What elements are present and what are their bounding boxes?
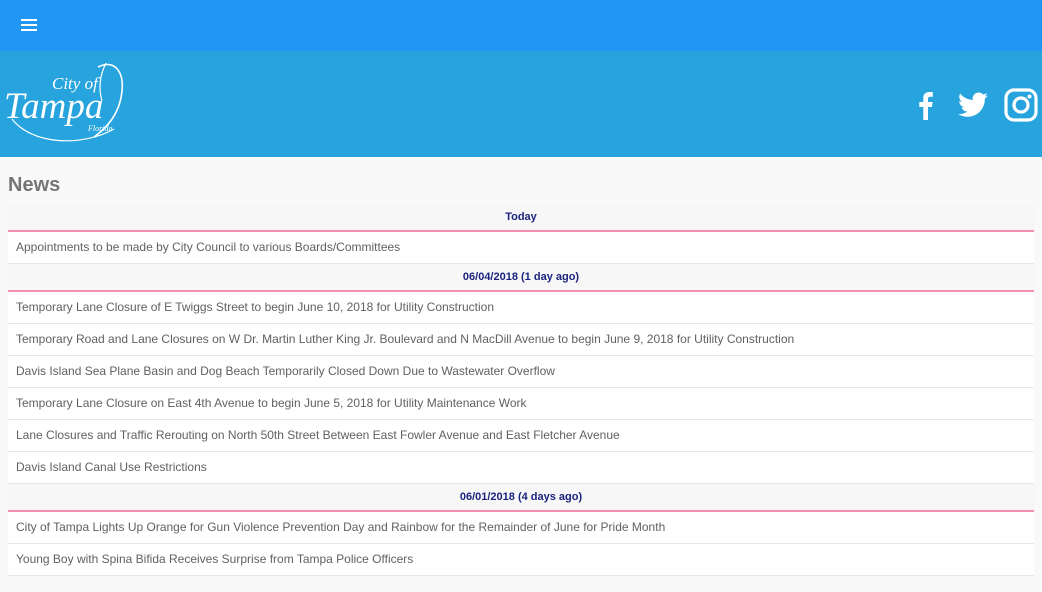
page-title: News bbox=[8, 174, 61, 196]
news-item[interactable]: Temporary Road and Lane Closures on W Dr… bbox=[8, 324, 1034, 356]
facebook-icon bbox=[919, 92, 933, 120]
hamburger-menu-icon bbox=[21, 19, 37, 31]
news-item[interactable]: Temporary Lane Closure of E Twiggs Stree… bbox=[8, 292, 1034, 324]
news-item[interactable]: Lane Closures and Traffic Rerouting on N… bbox=[8, 420, 1034, 452]
news-item[interactable]: Temporary Lane Closure on East 4th Avenu… bbox=[8, 388, 1034, 420]
city-banner: City of Tampa Florida bbox=[0, 51, 1042, 157]
news-item[interactable]: Young Boy with Spina Bifida Receives Sur… bbox=[8, 544, 1034, 576]
news-item[interactable]: Davis Island Sea Plane Basin and Dog Bea… bbox=[8, 356, 1034, 388]
city-of-tampa-logo[interactable]: City of Tampa Florida bbox=[2, 61, 132, 147]
news-item[interactable]: City of Tampa Lights Up Orange for Gun V… bbox=[8, 512, 1034, 544]
app-bar bbox=[0, 0, 1042, 51]
news-list: Today Appointments to be made by City Cou… bbox=[8, 204, 1034, 576]
twitter-icon bbox=[958, 92, 988, 117]
twitter-link[interactable] bbox=[955, 87, 991, 123]
date-group-header: 06/04/2018 (1 day ago) bbox=[8, 264, 1034, 292]
logo-tampa-text: Tampa bbox=[4, 86, 103, 127]
menu-button[interactable] bbox=[14, 12, 44, 38]
date-group-header: 06/01/2018 (4 days ago) bbox=[8, 484, 1034, 512]
instagram-icon bbox=[1004, 88, 1038, 122]
date-group-header: Today bbox=[8, 204, 1034, 232]
news-item[interactable]: Davis Island Canal Use Restrictions bbox=[8, 452, 1034, 484]
logo-florida-text: Florida bbox=[87, 124, 112, 133]
news-content: News Today Appointments to be made by Cit… bbox=[8, 157, 1034, 592]
instagram-link[interactable] bbox=[1003, 87, 1039, 123]
facebook-link[interactable] bbox=[910, 87, 940, 123]
news-item[interactable]: Appointments to be made by City Council … bbox=[8, 232, 1034, 264]
